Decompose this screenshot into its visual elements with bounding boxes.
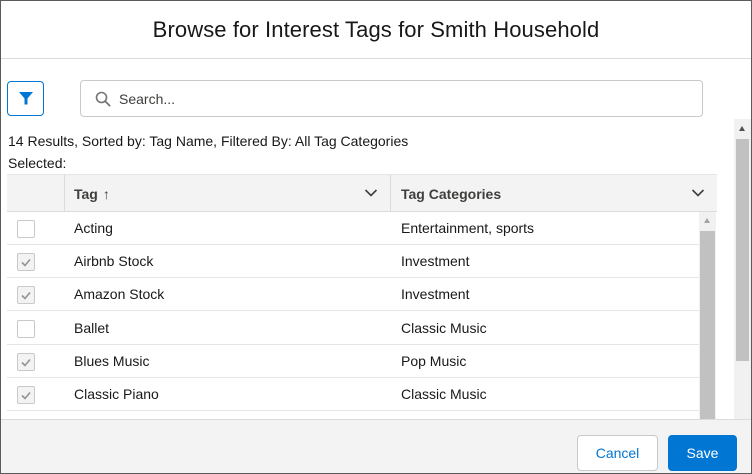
results-summary: 14 Results, Sorted by: Tag Name, Filtere… xyxy=(8,133,409,149)
modal-scrollbar-thumb[interactable] xyxy=(736,139,749,361)
row-checkbox[interactable] xyxy=(17,320,35,338)
tag-name-cell: Ballet xyxy=(74,320,110,336)
row-checkbox[interactable] xyxy=(17,286,35,304)
tag-categories-cell: Classic Music xyxy=(401,386,487,402)
tag-name-cell: Blues Music xyxy=(74,353,150,369)
checkmark-icon xyxy=(21,391,31,400)
row-checkbox[interactable] xyxy=(17,386,35,404)
scroll-up-arrow-icon[interactable] xyxy=(739,126,745,131)
tag-name-cell: Amazon Stock xyxy=(74,286,165,302)
tag-name-cell: Acting xyxy=(74,220,113,236)
table-row[interactable]: Acting Entertainment, sports xyxy=(7,212,699,245)
search-icon xyxy=(95,91,111,107)
column-header-tag[interactable]: Tag ↑ xyxy=(64,175,390,212)
table-row[interactable]: Classic Piano Classic Music xyxy=(7,378,699,411)
modal-title: Browse for Interest Tags for Smith House… xyxy=(152,16,600,42)
modal-footer: Cancel Save xyxy=(1,419,751,473)
checkmark-icon xyxy=(21,258,31,267)
row-checkbox[interactable] xyxy=(17,220,35,238)
column-header-tag-categories[interactable]: Tag Categories xyxy=(390,175,717,212)
tag-name-cell: Classic Piano xyxy=(74,386,159,402)
modal-header: Browse for Interest Tags for Smith House… xyxy=(1,1,751,59)
checkmark-icon xyxy=(21,358,31,367)
save-button[interactable]: Save xyxy=(668,435,737,471)
search-field[interactable] xyxy=(80,80,703,117)
table-row[interactable]: Ballet Classic Music xyxy=(7,312,699,345)
column-header-categories-label: Tag Categories xyxy=(401,185,502,202)
table-body: Acting Entertainment, sports Airbnb Stoc… xyxy=(7,212,699,419)
table-row[interactable]: Airbnb Stock Investment xyxy=(7,245,699,278)
tag-categories-cell: Pop Music xyxy=(401,353,467,369)
table-scrollbar[interactable] xyxy=(699,212,716,419)
cancel-button[interactable]: Cancel xyxy=(577,435,658,471)
tag-name-cell: Airbnb Stock xyxy=(74,253,154,269)
filter-button[interactable] xyxy=(7,81,44,116)
table-row[interactable]: Blues Music Pop Music xyxy=(7,345,699,378)
tag-categories-cell: Investment xyxy=(401,253,470,269)
chevron-down-icon[interactable] xyxy=(364,187,378,199)
row-checkbox[interactable] xyxy=(17,253,35,271)
table-row[interactable]: Amazon Stock Investment xyxy=(7,278,699,311)
scroll-up-arrow-icon[interactable] xyxy=(704,218,710,223)
selected-label: Selected: xyxy=(8,155,67,171)
modal-scrollbar[interactable] xyxy=(734,119,751,419)
table-header: Tag ↑ Tag Categories xyxy=(7,174,717,212)
filter-icon xyxy=(18,92,33,105)
search-input[interactable] xyxy=(119,81,689,116)
tag-categories-cell: Entertainment, sports xyxy=(401,220,535,236)
row-checkbox[interactable] xyxy=(17,353,35,371)
column-header-tag-label: Tag xyxy=(74,185,98,202)
tag-categories-cell: Classic Music xyxy=(401,320,487,336)
interest-tags-modal: Browse for Interest Tags for Smith House… xyxy=(0,0,752,474)
sort-ascending-icon: ↑ xyxy=(102,185,110,202)
tag-categories-cell: Investment xyxy=(401,286,470,302)
modal-body: 14 Results, Sorted by: Tag Name, Filtere… xyxy=(1,60,751,419)
table-scrollbar-thumb[interactable] xyxy=(700,231,715,419)
chevron-down-icon[interactable] xyxy=(691,187,705,199)
checkmark-icon xyxy=(21,291,31,300)
